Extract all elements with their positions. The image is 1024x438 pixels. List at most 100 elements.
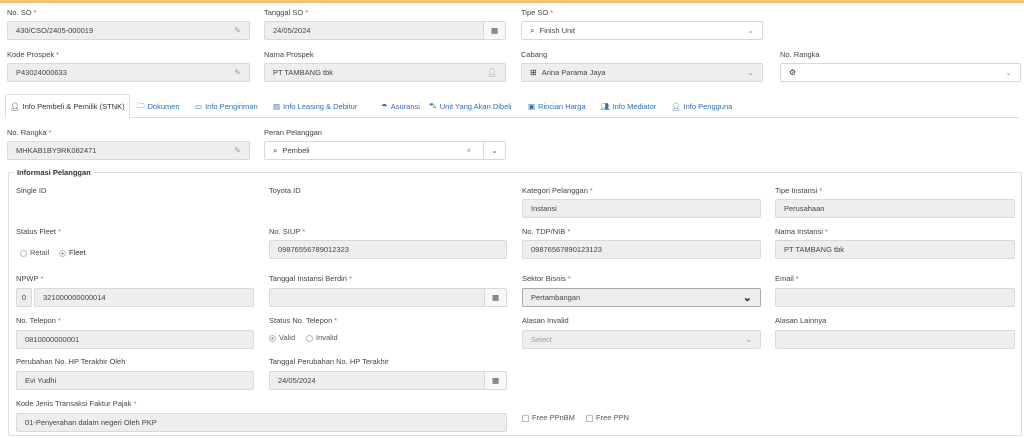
- chevron-down-icon: ⌄: [742, 292, 752, 304]
- no-so-value: 430/CSO/2405-000019: [16, 26, 94, 35]
- alasan-invalid-select: Select ⌄: [522, 330, 761, 349]
- label-kode-faktur: Kode Jenis Transaksi Faktur Pajak *: [16, 399, 137, 408]
- peran-pelanggan-value: Pembeli: [282, 146, 310, 155]
- tag-icon: ▣: [528, 101, 536, 111]
- peran-pelanggan-select[interactable]: ⌕ Pembeli × ⌄: [264, 141, 506, 160]
- gears-icon: ⚙: [789, 68, 797, 77]
- chevron-down-icon: ⌄: [745, 335, 752, 344]
- label-tgl-instansi: Tanggal Instansi Berdiri *: [269, 274, 352, 283]
- calendar-icon: ▦: [484, 372, 506, 389]
- tanggal-so-field[interactable]: 24/05/2024 ▦: [264, 21, 506, 40]
- tab-info-mediator[interactable]: 👥︎ Info Mediator: [596, 94, 660, 118]
- tab-unit-dibeli[interactable]: ⛍ Unit Yang Akan Dibeli: [425, 94, 516, 118]
- users-icon: 👥︎: [600, 101, 610, 111]
- informasi-pelanggan-legend: Informasi Pelanggan: [14, 168, 94, 177]
- calendar-icon[interactable]: ▦: [484, 289, 506, 306]
- user-icon: 👤︎: [486, 68, 497, 77]
- label-toyota-id: Toyota ID: [269, 186, 301, 195]
- nama-instansi-field: PT TAMBANG tbk: [775, 240, 1015, 259]
- tab-info-leasing[interactable]: ▤ Info Leasing & Debitur: [269, 94, 361, 118]
- alasan-lainnya-field: [775, 330, 1015, 349]
- no-telepon-field: 0810000000001: [16, 330, 254, 349]
- cabang-select: ⊞ Arina Parama Jaya ⌄: [521, 63, 763, 82]
- label-email: Email *: [775, 274, 799, 283]
- label-nama-instansi: Nama Instansi *: [775, 227, 828, 236]
- label-sektor-bisnis: Sektor Bisnis *: [522, 274, 571, 283]
- kode-prospek-field: P43024000633 ✎: [7, 63, 250, 82]
- sitemap-icon: ⊞: [530, 68, 537, 77]
- label-tgl-perubahan: Tanggal Perubahan No. HP Terakhir: [269, 357, 389, 366]
- top-accent-bar: [0, 0, 1024, 3]
- tanggal-so-value: 24/05/2024: [273, 26, 311, 35]
- cabang-value: Arina Parama Jaya: [541, 68, 606, 77]
- tipe-so-value: Finish Unit: [539, 26, 575, 35]
- tab-rincian-harga[interactable]: ▣ Rincian Harga: [524, 94, 590, 118]
- no-so-field: 430/CSO/2405-000019 ✎: [7, 21, 250, 40]
- kode-faktur-field: 01-Penyerahan dalam negeri Oleh PKP: [16, 413, 507, 432]
- label-alasan-invalid: Alasan Invalid: [522, 316, 569, 325]
- chevron-down-icon: ⌄: [1005, 68, 1012, 77]
- no-tdp-field: 09876567890123123: [522, 240, 761, 259]
- label-nama-prospek: Nama Prospek: [264, 50, 314, 59]
- search-icon: ⌕: [530, 25, 535, 35]
- label-single-id: Single ID: [16, 186, 47, 195]
- tab-dokumen[interactable]: 🗀︎ Dokumen: [133, 94, 184, 118]
- umbrella-icon: ☂: [381, 101, 388, 111]
- label-no-so: No. SO *: [7, 8, 37, 17]
- no-rangka-header-select[interactable]: ⚙ ⌄: [780, 63, 1021, 82]
- tgl-instansi-field[interactable]: ▦: [269, 288, 507, 307]
- radio-valid[interactable]: Valid: [269, 333, 295, 342]
- chevron-down-icon[interactable]: ⌄: [483, 142, 505, 159]
- label-status-telepon: Status No. Telepon *: [269, 316, 338, 325]
- label-tanggal-so: Tanggal SO *: [264, 8, 309, 17]
- checkbox-free-ppnbm[interactable]: Free PPnBM: [522, 413, 575, 422]
- radio-retail[interactable]: Retail: [20, 248, 49, 257]
- kategori-field: Instansi: [522, 199, 761, 218]
- label-no-rangka-header: No. Rangka: [780, 50, 820, 59]
- sektor-bisnis-select[interactable]: Pertambangan ⌄: [522, 288, 761, 307]
- tab-info-pembeli[interactable]: 👤︎ Info Pembeli & Pemilik (STNK): [5, 94, 130, 119]
- label-tipe-so: Tipe SO *: [521, 8, 554, 17]
- label-status-fleet: Status Fleet *: [16, 227, 61, 236]
- tab-bar: 👤︎ Info Pembeli & Pemilik (STNK) 🗀︎ Dokume…: [5, 94, 1019, 119]
- search-icon: ⌕: [273, 145, 278, 155]
- calendar-icon[interactable]: ▦: [483, 22, 505, 39]
- folder-icon: 🗀︎: [137, 100, 145, 110]
- truck-icon: ▭: [195, 101, 203, 111]
- npwp-field: 321000000000014: [34, 288, 254, 307]
- label-tipe-instansi: Tipe Instansi *: [775, 186, 823, 195]
- car-icon: ⛍: [429, 101, 437, 110]
- label-alasan-lainnya: Alasan Lainnya: [775, 316, 827, 325]
- tipe-so-select[interactable]: ⌕ Finish Unit ⌄: [521, 21, 763, 40]
- label-no-telepon: No. Telepon *: [16, 316, 61, 325]
- tipe-instansi-field: Perusahaan: [775, 199, 1015, 218]
- label-kategori: Kategori Pelanggan *: [522, 186, 593, 195]
- no-rangka-field: MHKAB1BY9RK082471 ✎: [7, 141, 250, 160]
- no-siup-field: 09876556789012323: [269, 240, 507, 259]
- pencil-icon: ✎: [234, 26, 241, 35]
- tab-info-pengguna[interactable]: 👤︎ Info Pengguna: [667, 94, 736, 118]
- tab-info-pengiriman[interactable]: ▭ Info Pengiriman: [191, 94, 262, 118]
- nama-prospek-value: PT TAMBANG tbk: [273, 68, 334, 77]
- tab-asuransi[interactable]: ☂ Asuransi: [377, 94, 424, 118]
- nama-prospek-field: PT TAMBANG tbk 👤︎: [264, 63, 506, 82]
- label-no-siup: No. SIUP *: [269, 227, 306, 236]
- user-icon: 👤︎: [671, 101, 681, 111]
- label-npwp: NPWP *: [16, 274, 44, 283]
- email-field[interactable]: [775, 288, 1015, 307]
- clear-icon[interactable]: ×: [466, 146, 471, 155]
- radio-fleet[interactable]: Fleet: [59, 248, 86, 257]
- radio-invalid[interactable]: Invalid: [306, 333, 338, 342]
- npwp-prefix: 0: [16, 288, 32, 307]
- tgl-perubahan-field: 24/05/2024 ▦: [269, 371, 507, 390]
- kode-prospek-value: P43024000633: [16, 68, 67, 77]
- checkbox-free-ppn[interactable]: Free PPN: [586, 413, 629, 422]
- chevron-down-icon: ⌄: [747, 26, 754, 35]
- money-icon: ▤: [273, 101, 281, 111]
- pencil-icon: ✎: [234, 68, 241, 77]
- label-perubahan-oleh: Perubahan No. HP Terakhir Oleh: [16, 357, 126, 366]
- pencil-icon: ✎: [234, 146, 241, 155]
- chevron-down-icon: ⌄: [747, 68, 754, 77]
- label-peran-pelanggan: Peran Pelanggan: [264, 128, 322, 137]
- user-icon: 👤︎: [10, 102, 20, 111]
